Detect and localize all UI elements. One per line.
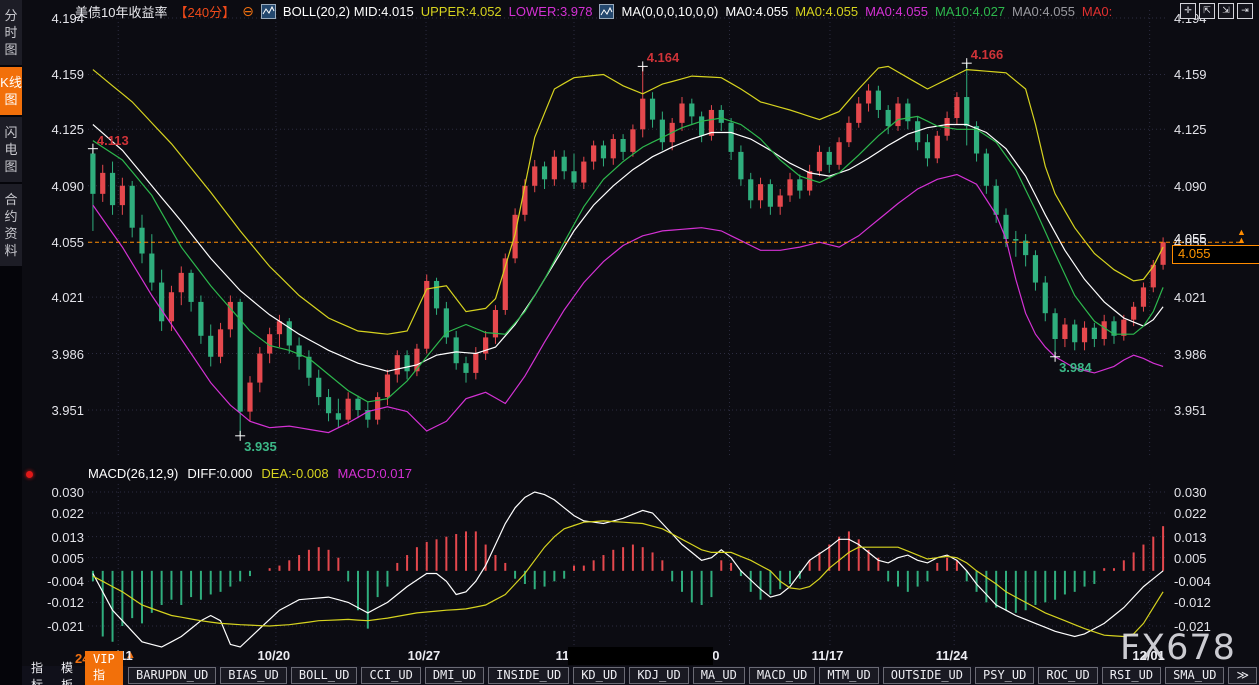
ma-value-2: MA0:4.055 (865, 4, 928, 19)
chart-window: 分时图K线图闪电图合约资料 美债10年收益率 【240分】 ⊖ BOLL(20,… (0, 0, 1259, 685)
price-macd-plot[interactable] (0, 0, 1259, 685)
price-tick-left: 3.951 (26, 403, 84, 418)
price-tick-right: 4.159 (1174, 67, 1207, 82)
collapse-icon[interactable]: ⊖ (242, 3, 254, 20)
price-tick-right: 3.951 (1174, 403, 1207, 418)
price-tick-left: 3.986 (26, 347, 84, 362)
boll-label: BOLL(20,2) MID:4.015 (283, 4, 414, 19)
macd-tick-right: -0.004 (1174, 574, 1211, 589)
tab-psy_ud[interactable]: PSY_UD (975, 667, 1034, 684)
window-controls: ✛⇱⇲⇥ (1180, 3, 1253, 19)
chart-header: 美债10年收益率 【240分】 ⊖ BOLL(20,2) MID:4.015 U… (75, 2, 1119, 20)
price-tick-right: 4.125 (1174, 122, 1207, 137)
macd-tick-left: -0.012 (26, 595, 84, 610)
tab-more[interactable]: ≫ (1228, 667, 1257, 684)
tab-boll_ud[interactable]: BOLL_UD (291, 667, 358, 684)
window-icon-1[interactable]: ⇱ (1199, 3, 1215, 19)
macd-tick-left: -0.021 (26, 619, 84, 634)
ma-value-0: MA0:4.055 (725, 4, 788, 19)
price-tick-right: 4.021 (1174, 290, 1207, 305)
price-tick-left: 4.055 (26, 235, 84, 250)
tab-mtm_ud[interactable]: MTM_UD (819, 667, 878, 684)
window-icon-3[interactable]: ⇥ (1237, 3, 1253, 19)
date-axis-overlay-box (568, 647, 713, 665)
tab-macd_ud[interactable]: MACD_UD (749, 667, 816, 684)
price-tick-right: 3.986 (1174, 347, 1207, 362)
price-annotation-2: 4.164 (647, 50, 680, 65)
tab-VIP指标[interactable]: VIP指标 (85, 651, 123, 685)
date-axis: 240分 ▲ 10/1110/2010/2711011/1711/2412/01 (0, 647, 1259, 666)
ma-value-5: MA0: (1082, 4, 1112, 19)
sidebar: 分时图K线图闪电图合约资料 (0, 0, 22, 685)
macd-tick-right: 0.005 (1174, 551, 1207, 566)
macd-tick-right: 0.022 (1174, 506, 1207, 521)
tab-rsi_ud[interactable]: RSI_UD (1102, 667, 1161, 684)
price-tick-left: 4.021 (26, 290, 84, 305)
boll-indicator-icon[interactable] (261, 4, 276, 19)
indicator-settings-icon[interactable] (23, 468, 36, 481)
indicator-tabbar: 指标模板VIP指标BARUPDN_UDBIAS_UDBOLL_UDCCI_UDD… (22, 666, 1259, 685)
tab-dmi_ud[interactable]: DMI_UD (425, 667, 484, 684)
window-icon-0[interactable]: ✛ (1180, 3, 1196, 19)
window-icon-2[interactable]: ⇲ (1218, 3, 1234, 19)
price-annotation-4: 3.984 (1059, 360, 1092, 375)
boll-upper-value: UPPER:4.052 (421, 4, 502, 19)
tab-outside_ud[interactable]: OUTSIDE_UD (883, 667, 971, 684)
date-tick-4: 0 (712, 648, 719, 663)
chart-title: 美债10年收益率 (75, 2, 167, 21)
sidebar-tab-3[interactable]: 合约资料 (0, 184, 22, 268)
price-tick-right: 4.090 (1174, 179, 1207, 194)
ma-value-4: MA0:4.055 (1012, 4, 1075, 19)
macd-tick-right: 0.013 (1174, 530, 1207, 545)
macd-tick-left: 0.013 (26, 530, 84, 545)
price-annotation-1: 3.935 (244, 439, 277, 454)
period-badge[interactable]: 【240分】 (174, 2, 235, 21)
boll-lower-value: LOWER:3.978 (509, 4, 593, 19)
macd-params: MACD(26,12,9) (88, 466, 178, 481)
scroll-latest-icon[interactable]: ▲▲ (1237, 228, 1246, 244)
price-annotation-0: 4.113 (97, 133, 129, 148)
date-tick-2: 10/27 (408, 648, 441, 663)
tab-kd_ud[interactable]: KD_UD (573, 667, 625, 684)
date-tick-6: 11/24 (936, 648, 968, 663)
macd-tick-left: 0.005 (26, 551, 84, 566)
macd-dea-value: DEA:-0.008 (261, 466, 328, 481)
sidebar-tab-2[interactable]: 闪电图 (0, 117, 22, 184)
price-annotation-3: 4.166 (971, 47, 1004, 62)
tab-inside_ud[interactable]: INSIDE_UD (488, 667, 569, 684)
macd-tick-right: 0.030 (1174, 485, 1207, 500)
ma-value-1: MA0:4.055 (795, 4, 858, 19)
boll-mid-value: MID:4.015 (354, 4, 414, 19)
sidebar-tab-1[interactable]: K线图 (0, 67, 22, 117)
ma-label: MA(0,0,0,10,0,0) (621, 4, 718, 19)
tab-roc_ud[interactable]: ROC_UD (1038, 667, 1097, 684)
current-price-axis-label: 4.055 (1174, 231, 1207, 246)
tab-kdj_ud[interactable]: KDJ_UD (629, 667, 688, 684)
current-price-box: 4.055 (1172, 245, 1259, 264)
price-tick-left: 4.125 (26, 122, 84, 137)
tab-bias_ud[interactable]: BIAS_UD (220, 667, 287, 684)
tab-sma_ud[interactable]: SMA_UD (1165, 667, 1224, 684)
tab-barupdn_ud[interactable]: BARUPDN_UD (128, 667, 216, 684)
macd-diff-value: DIFF:0.000 (187, 466, 252, 481)
macd-tick-right: -0.012 (1174, 595, 1211, 610)
date-tick-1: 10/20 (258, 648, 291, 663)
tab-cci_ud[interactable]: CCI_UD (361, 667, 420, 684)
date-tick-5: 11/17 (812, 648, 844, 663)
tab-指标[interactable]: 指标 (22, 659, 52, 685)
tab-模板[interactable]: 模板 (52, 659, 82, 685)
price-tick-left: 4.159 (26, 67, 84, 82)
sidebar-tab-0[interactable]: 分时图 (0, 0, 22, 67)
price-tick-left: 4.090 (26, 179, 84, 194)
ma-value-3: MA10:4.027 (935, 4, 1005, 19)
ma-values: MA0:4.055 MA0:4.055 MA0:4.055 MA10:4.027 MA0… (725, 4, 1119, 19)
macd-tick-left: 0.030 (26, 485, 84, 500)
tab-ma_ud[interactable]: MA_UD (693, 667, 745, 684)
ma-indicator-icon[interactable] (599, 4, 614, 19)
watermark: FX678 (1120, 628, 1236, 668)
macd-tick-left: 0.022 (26, 506, 84, 521)
macd-header: MACD(26,12,9) DIFF:0.000 DEA:-0.008 MACD… (88, 466, 412, 481)
macd-macd-value: MACD:0.017 (338, 466, 412, 481)
macd-tick-left: -0.004 (26, 574, 84, 589)
